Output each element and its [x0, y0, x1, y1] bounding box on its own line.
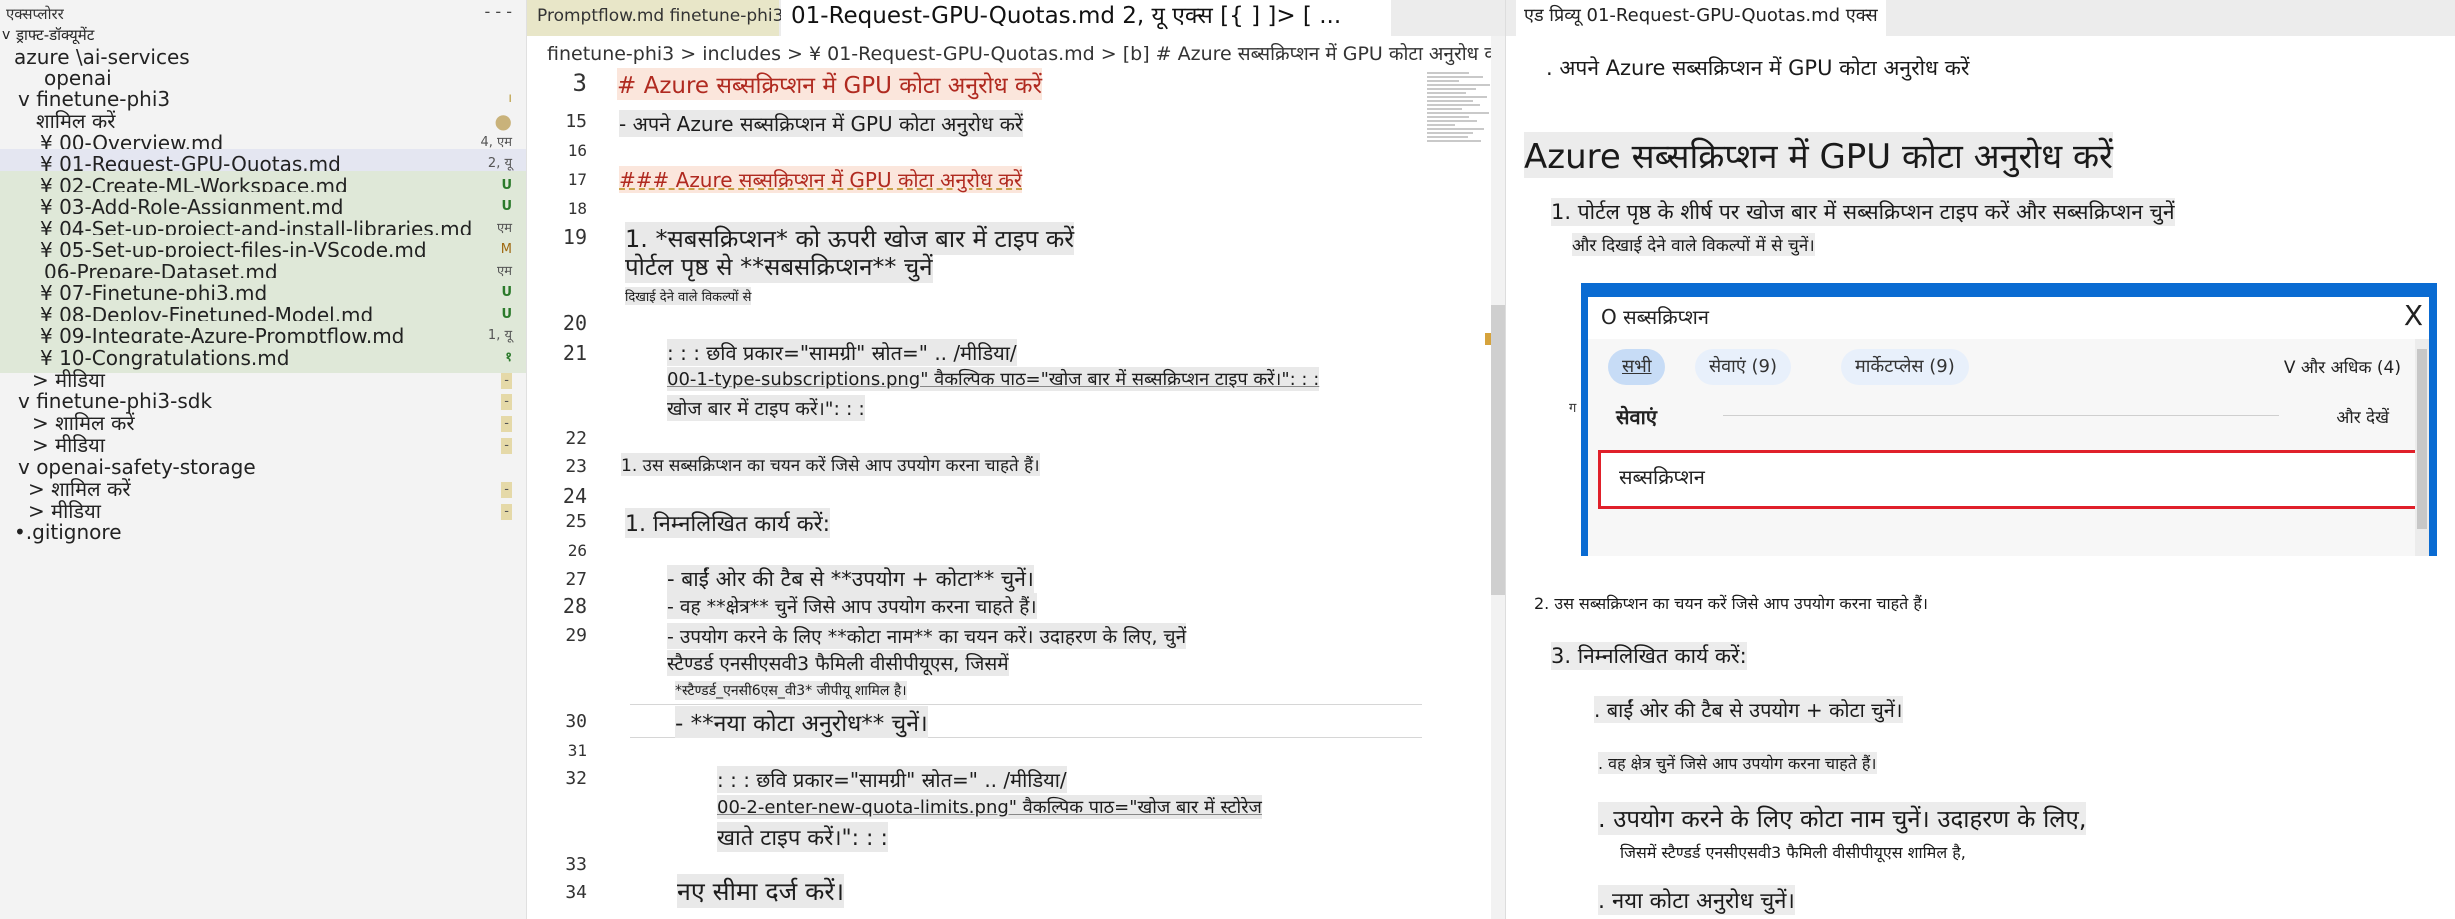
code-line[interactable]: - अपने Azure सब्सक्रिप्शन में GPU कोटा अ…: [619, 110, 1024, 137]
line-number: 31: [567, 741, 587, 760]
tab-preview[interactable]: एड प्रिव्यू 01-Request-GPU-Quotas.md एक्…: [1516, 0, 1886, 36]
cropped-text-fragment: ग: [1569, 401, 1577, 416]
code-line[interactable]: # Azure सब्सक्रिप्शन में GPU कोटा अनुरोध…: [617, 68, 1042, 100]
preview-sub2: . वह क्षेत्र चुनें जिसे आप उपयोग करना चा…: [1598, 752, 1877, 774]
tab-promptflow[interactable]: Promptflow.md finetune-phi3\includes 1, …: [527, 0, 897, 36]
subscriptions-result: सब्सक्रिप्शन: [1619, 465, 1705, 489]
code-line[interactable]: नए सीमा दर्ज करें।: [677, 874, 845, 908]
line-number: 30: [565, 711, 587, 732]
code-line[interactable]: - उपयोग करने के लिए **कोटा नाम** का चयन …: [667, 623, 1187, 649]
more-actions-icon[interactable]: - - -: [485, 2, 513, 21]
line-number: 34: [565, 882, 587, 903]
subscriptions-result-highlight: सब्सक्रिप्शन: [1598, 450, 2426, 509]
preview-step3: 3. निम्नलिखित कार्य करें:: [1551, 642, 1747, 670]
code-line[interactable]: खोज बार में टाइप करें।": : :: [667, 395, 865, 421]
line-number: 25: [565, 511, 587, 532]
filter-pill-marketplace: मार्केटप्लेस (9): [1841, 349, 1969, 385]
line-number: 3: [572, 69, 587, 97]
line-number: 16: [567, 141, 587, 160]
minimap[interactable]: [1427, 70, 1497, 180]
preview-bullet: . अपने Azure सब्सक्रिप्शन में GPU कोटा अ…: [1546, 56, 1970, 80]
code-line[interactable]: स्टैण्डर्ड एनसीएसवी3 फैमिली वीसीपीयूएस, …: [667, 650, 1009, 676]
filter-pill-all: सभी: [1608, 349, 1666, 385]
line-number: 19: [562, 225, 587, 249]
code-line[interactable]: पोर्टल पृष्ठ से **सबसक्रिप्शन** चुनें: [625, 250, 933, 283]
portal-search-panel: O सब्सक्रिप्शन X सभी सेवाएं (9) मार्केटप…: [1588, 297, 2429, 556]
code-line[interactable]: 00-1-type-subscriptions.png" वैकल्पिक पा…: [667, 367, 1320, 391]
scrollbar-marker: [1485, 333, 1491, 345]
preview-step1-line1: 1. पोर्टल पृष्ठ के शीर्ष पर खोज बार में …: [1551, 198, 2175, 226]
code-line[interactable]: 1. उस सब्सक्रिप्शन का चयन करें जिसे आप उ…: [621, 453, 1040, 476]
line-number: 29: [565, 625, 587, 646]
preview-sub3-line2: जिसमें स्टैण्डर्ड एनसीएसवी3 फैमिली वीसीप…: [1620, 843, 1966, 862]
section-divider: [1723, 415, 2279, 416]
tree-item-label: •.gitignore: [14, 520, 122, 544]
preview-heading: Azure सब्सक्रिप्शन में GPU कोटा अनुरोध क…: [1524, 132, 2113, 178]
dropdown-scrollbar-thumb: [2417, 349, 2427, 529]
preview-step2: 2. उस सब्सक्रिप्शन का चयन करें जिसे आप उ…: [1534, 594, 1928, 613]
code-line[interactable]: खाते टाइप करें।": : :: [717, 822, 888, 852]
code-line[interactable]: : : : छवि प्रकार="सामग्री" स्रोत=" .. /म…: [667, 339, 1017, 366]
line-number: 24: [562, 484, 587, 508]
explorer-panel: एक्सप्लोरर - - - v ड्राफ्ट-डॉक्यूमेंट az…: [0, 0, 527, 919]
code-line[interactable]: - **नया कोटा अनुरोध** चुनें।: [675, 706, 928, 738]
line-number: 27: [565, 569, 587, 590]
code-line[interactable]: 00-2-enter-new-quota-limits.png" वैकल्पि…: [717, 795, 1262, 819]
line-number: 33: [565, 854, 587, 875]
preview-sub1: . बाईं ओर की टैब से उपयोग + कोटा चुनें।: [1594, 696, 1903, 723]
line-number: 21: [562, 341, 587, 365]
code-line[interactable]: - बाईं ओर की टैब से **उपयोग + कोटा** चुन…: [667, 565, 1034, 593]
preview-step1-line2: और दिखाई देने वाले विकल्पों में से चुनें…: [1572, 233, 1815, 256]
more-filters-link: V और अधिक (4): [2283, 358, 2401, 378]
line-number: 17: [567, 170, 587, 189]
portal-search-dropdown: सभी सेवाएं (9) मार्केटप्लेस (9) V और अधि…: [1588, 339, 2429, 556]
code-line[interactable]: *स्टैण्डर्ड_एनसी6एस_वी3* जीपीयू शामिल है…: [675, 681, 907, 700]
line-number: 20: [562, 311, 587, 335]
preview-tab-bar: एड प्रिव्यू 01-Request-GPU-Quotas.md एक्…: [1506, 0, 2455, 36]
preview-sub4: . नया कोटा अनुरोध चुनें।: [1598, 885, 1795, 915]
filter-pill-services: सेवाएं (9): [1695, 349, 1792, 385]
see-more-link: और देखें: [2336, 408, 2389, 428]
code-line[interactable]: 1. निम्नलिखित कार्य करें:: [625, 508, 831, 538]
line-number: 26: [567, 541, 587, 560]
line-number: 23: [565, 456, 587, 477]
code-line[interactable]: ### Azure सब्सक्रिप्शन में GPU कोटा अनुर…: [619, 166, 1023, 193]
tab-request-gpu-quotas[interactable]: 01-Request-GPU-Quotas.md 2, यू एक्स [{ ]…: [781, 0, 1391, 36]
line-number: 18: [567, 199, 587, 218]
tree-item-file[interactable]: •.gitignore: [0, 517, 526, 547]
editor-scrollbar-thumb[interactable]: [1491, 305, 1505, 595]
line-number: 15: [565, 111, 587, 132]
editor-tab-bar: Promptflow.md finetune-phi3\includes 1, …: [527, 0, 1505, 36]
editor-panel: Promptflow.md finetune-phi3\includes 1, …: [527, 0, 1506, 919]
line-number: 22: [565, 428, 587, 449]
line-number: 28: [562, 594, 587, 618]
preview-sub3-line1: . उपयोग करने के लिए कोटा नाम चुनें। उदाह…: [1598, 802, 2087, 835]
code-line[interactable]: : : : छवि प्रकार="सामग्री" स्रोत=" .. /म…: [717, 766, 1067, 793]
code-line[interactable]: - वह **क्षेत्र** चुनें जिसे आप उपयोग करन…: [667, 593, 1037, 619]
portal-search-input: O सब्सक्रिप्शन: [1601, 305, 1709, 329]
services-section-title: सेवाएं: [1616, 405, 1657, 429]
line-number: 32: [565, 768, 587, 789]
preview-embedded-image: O सब्सक्रिप्शन X सभी सेवाएं (9) मार्केटप…: [1581, 283, 2437, 556]
code-line[interactable]: दिखाई देने वाले विकल्पों से: [625, 287, 752, 305]
preview-panel: एड प्रिव्यू 01-Request-GPU-Quotas.md एक्…: [1506, 0, 2455, 919]
close-icon: X: [2403, 299, 2423, 332]
breadcrumb[interactable]: finetune-phi3 > includes > ¥ 01-Request-…: [547, 40, 1505, 66]
